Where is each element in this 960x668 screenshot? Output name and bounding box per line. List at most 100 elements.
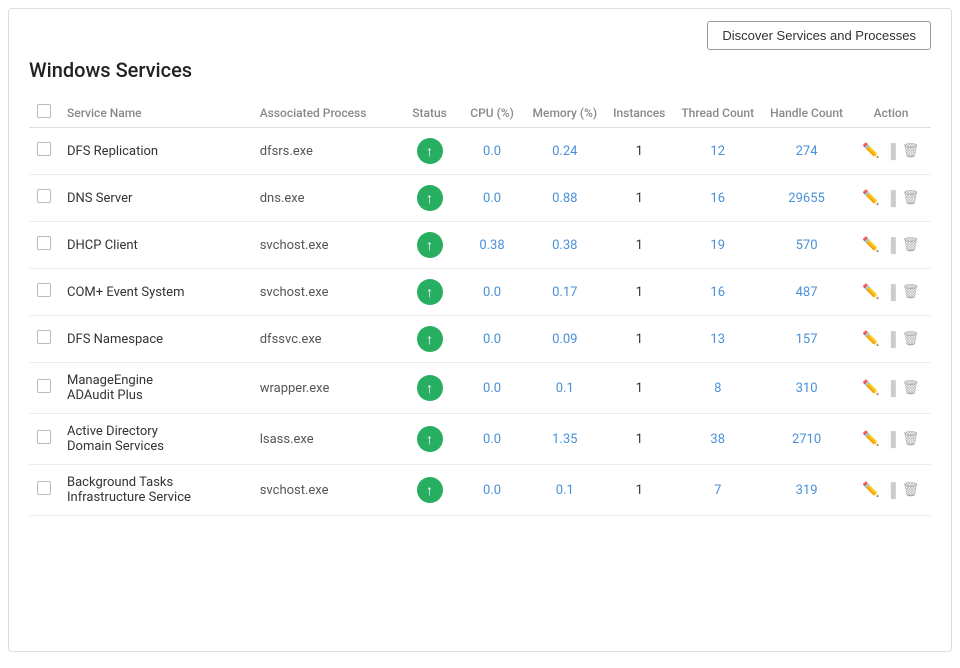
action-cell: ✏️ ▐ 🗑 bbox=[851, 465, 931, 516]
header-associated-process: Associated Process bbox=[252, 98, 400, 128]
thread-count-cell: 8 bbox=[673, 363, 762, 414]
instances-cell: 1 bbox=[605, 465, 673, 516]
instances-cell: 1 bbox=[605, 269, 673, 316]
edit-icon[interactable]: ✏️ bbox=[862, 431, 879, 447]
cpu-cell: 0.0 bbox=[460, 128, 525, 175]
status-up-icon: ↑ bbox=[417, 138, 443, 164]
edit-icon[interactable]: ✏️ bbox=[862, 482, 879, 498]
instances-cell: 1 bbox=[605, 414, 673, 465]
thread-count-cell: 13 bbox=[673, 316, 762, 363]
action-icons: ✏️ ▐ 🗑 bbox=[862, 143, 919, 160]
separator-icon: ▐ bbox=[886, 190, 896, 207]
thread-count-cell: 38 bbox=[673, 414, 762, 465]
cpu-cell: 0.0 bbox=[460, 269, 525, 316]
action-cell: ✏️ ▐ 🗑 bbox=[851, 175, 931, 222]
associated-process-cell: svchost.exe bbox=[252, 269, 400, 316]
row-checkbox[interactable] bbox=[37, 236, 51, 250]
delete-icon[interactable]: 🗑 bbox=[902, 380, 920, 396]
header-service-name: Service Name bbox=[59, 98, 252, 128]
table-row: Background Tasks Infrastructure Services… bbox=[29, 465, 931, 516]
instances-cell: 1 bbox=[605, 222, 673, 269]
action-icons: ✏️ ▐ 🗑 bbox=[862, 237, 919, 254]
edit-icon[interactable]: ✏️ bbox=[862, 143, 879, 159]
instances-cell: 1 bbox=[605, 128, 673, 175]
status-up-icon: ↑ bbox=[417, 426, 443, 452]
handle-count-cell: 157 bbox=[762, 316, 851, 363]
cpu-cell: 0.0 bbox=[460, 175, 525, 222]
delete-icon[interactable]: 🗑 bbox=[902, 431, 920, 447]
status-up-icon: ↑ bbox=[417, 477, 443, 503]
row-checkbox[interactable] bbox=[37, 430, 51, 444]
associated-process-cell: wrapper.exe bbox=[252, 363, 400, 414]
row-checkbox[interactable] bbox=[37, 283, 51, 297]
associated-process-cell: svchost.exe bbox=[252, 465, 400, 516]
row-checkbox[interactable] bbox=[37, 330, 51, 344]
memory-cell: 1.35 bbox=[525, 414, 606, 465]
separator-icon: ▐ bbox=[886, 482, 896, 499]
row-checkbox-cell bbox=[29, 465, 59, 516]
header-cpu: CPU (%) bbox=[460, 98, 525, 128]
row-checkbox-cell bbox=[29, 269, 59, 316]
service-name-cell: ManageEngine ADAudit Plus bbox=[59, 363, 252, 414]
handle-count-cell: 310 bbox=[762, 363, 851, 414]
edit-icon[interactable]: ✏️ bbox=[862, 284, 879, 300]
status-cell: ↑ bbox=[400, 269, 460, 316]
edit-icon[interactable]: ✏️ bbox=[862, 190, 879, 206]
status-cell: ↑ bbox=[400, 465, 460, 516]
cpu-cell: 0.0 bbox=[460, 465, 525, 516]
thread-count-cell: 7 bbox=[673, 465, 762, 516]
associated-process-cell: lsass.exe bbox=[252, 414, 400, 465]
status-cell: ↑ bbox=[400, 414, 460, 465]
memory-cell: 0.17 bbox=[525, 269, 606, 316]
row-checkbox-cell bbox=[29, 222, 59, 269]
header-thread-count: Thread Count bbox=[673, 98, 762, 128]
separator-icon: ▐ bbox=[886, 237, 896, 254]
main-container: Discover Services and Processes Windows … bbox=[8, 8, 952, 652]
delete-icon[interactable]: 🗑 bbox=[902, 190, 920, 206]
handle-count-cell: 570 bbox=[762, 222, 851, 269]
table-row: DNS Serverdns.exe↑0.00.8811629655 ✏️ ▐ 🗑 bbox=[29, 175, 931, 222]
table-header-row: Service Name Associated Process Status C… bbox=[29, 98, 931, 128]
action-cell: ✏️ ▐ 🗑 bbox=[851, 316, 931, 363]
row-checkbox[interactable] bbox=[37, 481, 51, 495]
table-row: DHCP Clientsvchost.exe↑0.380.38119570 ✏️… bbox=[29, 222, 931, 269]
action-cell: ✏️ ▐ 🗑 bbox=[851, 222, 931, 269]
associated-process-cell: dfssvc.exe bbox=[252, 316, 400, 363]
associated-process-cell: svchost.exe bbox=[252, 222, 400, 269]
cpu-cell: 0.38 bbox=[460, 222, 525, 269]
memory-cell: 0.88 bbox=[525, 175, 606, 222]
separator-icon: ▐ bbox=[886, 431, 896, 448]
discover-button[interactable]: Discover Services and Processes bbox=[707, 21, 931, 50]
associated-process-cell: dfsrs.exe bbox=[252, 128, 400, 175]
delete-icon[interactable]: 🗑 bbox=[902, 482, 920, 498]
table-row: DFS Replicationdfsrs.exe↑0.00.24112274 ✏… bbox=[29, 128, 931, 175]
handle-count-cell: 2710 bbox=[762, 414, 851, 465]
delete-icon[interactable]: 🗑 bbox=[902, 284, 920, 300]
row-checkbox[interactable] bbox=[37, 142, 51, 156]
select-all-checkbox[interactable] bbox=[37, 104, 51, 118]
edit-icon[interactable]: ✏️ bbox=[862, 380, 879, 396]
separator-icon: ▐ bbox=[886, 331, 896, 348]
service-name-cell: Active Directory Domain Services bbox=[59, 414, 252, 465]
separator-icon: ▐ bbox=[886, 143, 896, 160]
edit-icon[interactable]: ✏️ bbox=[862, 237, 879, 253]
handle-count-cell: 487 bbox=[762, 269, 851, 316]
row-checkbox[interactable] bbox=[37, 379, 51, 393]
delete-icon[interactable]: 🗑 bbox=[902, 143, 920, 159]
header-handle-count: Handle Count bbox=[762, 98, 851, 128]
action-icons: ✏️ ▐ 🗑 bbox=[862, 331, 919, 348]
row-checkbox-cell bbox=[29, 316, 59, 363]
instances-cell: 1 bbox=[605, 175, 673, 222]
delete-icon[interactable]: 🗑 bbox=[902, 331, 920, 347]
action-cell: ✏️ ▐ 🗑 bbox=[851, 269, 931, 316]
status-cell: ↑ bbox=[400, 363, 460, 414]
row-checkbox[interactable] bbox=[37, 189, 51, 203]
delete-icon[interactable]: 🗑 bbox=[902, 237, 920, 253]
action-icons: ✏️ ▐ 🗑 bbox=[862, 284, 919, 301]
associated-process-cell: dns.exe bbox=[252, 175, 400, 222]
edit-icon[interactable]: ✏️ bbox=[862, 331, 879, 347]
action-icons: ✏️ ▐ 🗑 bbox=[862, 482, 919, 499]
header-memory: Memory (%) bbox=[525, 98, 606, 128]
status-up-icon: ↑ bbox=[417, 279, 443, 305]
table-row: DFS Namespacedfssvc.exe↑0.00.09113157 ✏️… bbox=[29, 316, 931, 363]
